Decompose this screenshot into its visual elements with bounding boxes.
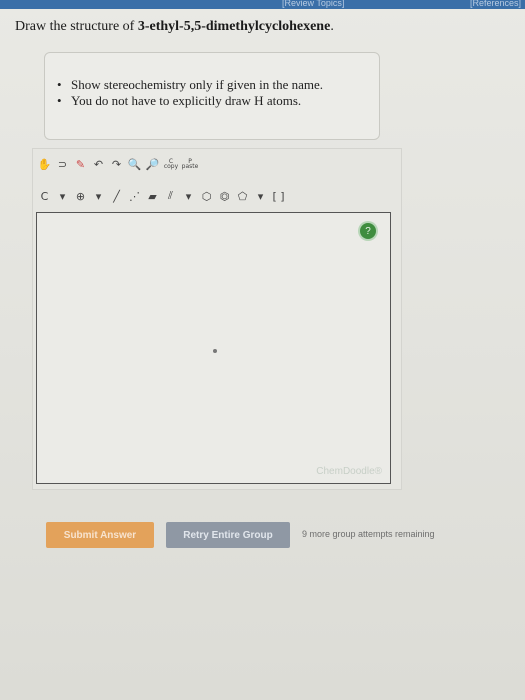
paste-button[interactable]: P paste	[182, 157, 199, 172]
cursor-dot	[213, 349, 217, 353]
lasso-icon[interactable]: ⊃	[55, 157, 70, 172]
question-suffix: .	[330, 19, 334, 34]
drawing-canvas[interactable]: ? ChemDoodle®	[36, 212, 391, 484]
charge-button[interactable]: ⊕	[73, 189, 88, 204]
double-bond-icon[interactable]: ⫽	[163, 189, 178, 204]
eraser-icon[interactable]: ✎	[73, 157, 88, 172]
hint-list: Show stereochemistry only if given in th…	[45, 77, 379, 109]
chevron-down-icon[interactable]: ▾	[91, 189, 106, 204]
zoom-out-icon[interactable]: 🔎	[145, 157, 160, 172]
references-link[interactable]: [References]	[470, 0, 521, 8]
bold-bond-icon[interactable]: ▰	[145, 189, 160, 204]
question-prefix: Draw the structure of	[15, 19, 138, 34]
hand-icon[interactable]: ✋	[37, 157, 52, 172]
retry-entire-group-button[interactable]: Retry Entire Group	[166, 522, 290, 548]
submit-answer-button[interactable]: Submit Answer	[46, 522, 154, 548]
wedge-bond-icon[interactable]: ⋰	[127, 189, 142, 204]
chevron-down-icon[interactable]: ▾	[181, 189, 196, 204]
attempts-remaining-text: 9 more group attempts remaining	[302, 529, 435, 539]
help-button[interactable]: ?	[360, 223, 376, 239]
element-selector[interactable]: C	[37, 189, 52, 204]
single-bond-icon[interactable]: ╱	[109, 189, 124, 204]
question-text: Draw the structure of 3-ethyl-5,5-dimeth…	[15, 19, 334, 35]
chevron-down-icon[interactable]: ▾	[253, 189, 268, 204]
bracket-button[interactable]: [ ]	[271, 189, 286, 204]
chemdoodle-watermark: ChemDoodle®	[316, 466, 382, 477]
zoom-in-icon[interactable]: 🔍	[127, 157, 142, 172]
benzene-ring-icon[interactable]: ⏣	[217, 189, 232, 204]
chevron-down-icon[interactable]: ▾	[55, 189, 70, 204]
toolbar-row-1: ✋ ⊃ ✎ ↶ ↷ 🔍 🔎 C copy P paste	[37, 155, 201, 173]
toolbar-row-2: C ▾ ⊕ ▾ ╱ ⋰ ▰ ⫽ ▾ ⬡ ⏣ ⬠ ▾ [ ]	[37, 187, 289, 205]
copy-button[interactable]: C copy	[163, 157, 179, 172]
top-bar: [Review Topics] [References]	[0, 0, 525, 9]
pentagon-ring-icon[interactable]: ⬠	[235, 189, 250, 204]
chemdoodle-editor: ✋ ⊃ ✎ ↶ ↷ 🔍 🔎 C copy P paste C ▾ ⊕ ▾ ╱ ⋰…	[32, 148, 402, 490]
redo-icon[interactable]: ↷	[109, 157, 124, 172]
hint-item: Show stereochemistry only if given in th…	[57, 77, 379, 93]
undo-icon[interactable]: ↶	[91, 157, 106, 172]
hint-item: You do not have to explicitly draw H ato…	[57, 93, 379, 109]
hint-box: Show stereochemistry only if given in th…	[44, 52, 380, 140]
compound-name: 3-ethyl-5,5-dimethylcyclohexene	[137, 19, 331, 34]
review-topics-link[interactable]: [Review Topics]	[282, 0, 344, 8]
hexagon-ring-icon[interactable]: ⬡	[199, 189, 214, 204]
